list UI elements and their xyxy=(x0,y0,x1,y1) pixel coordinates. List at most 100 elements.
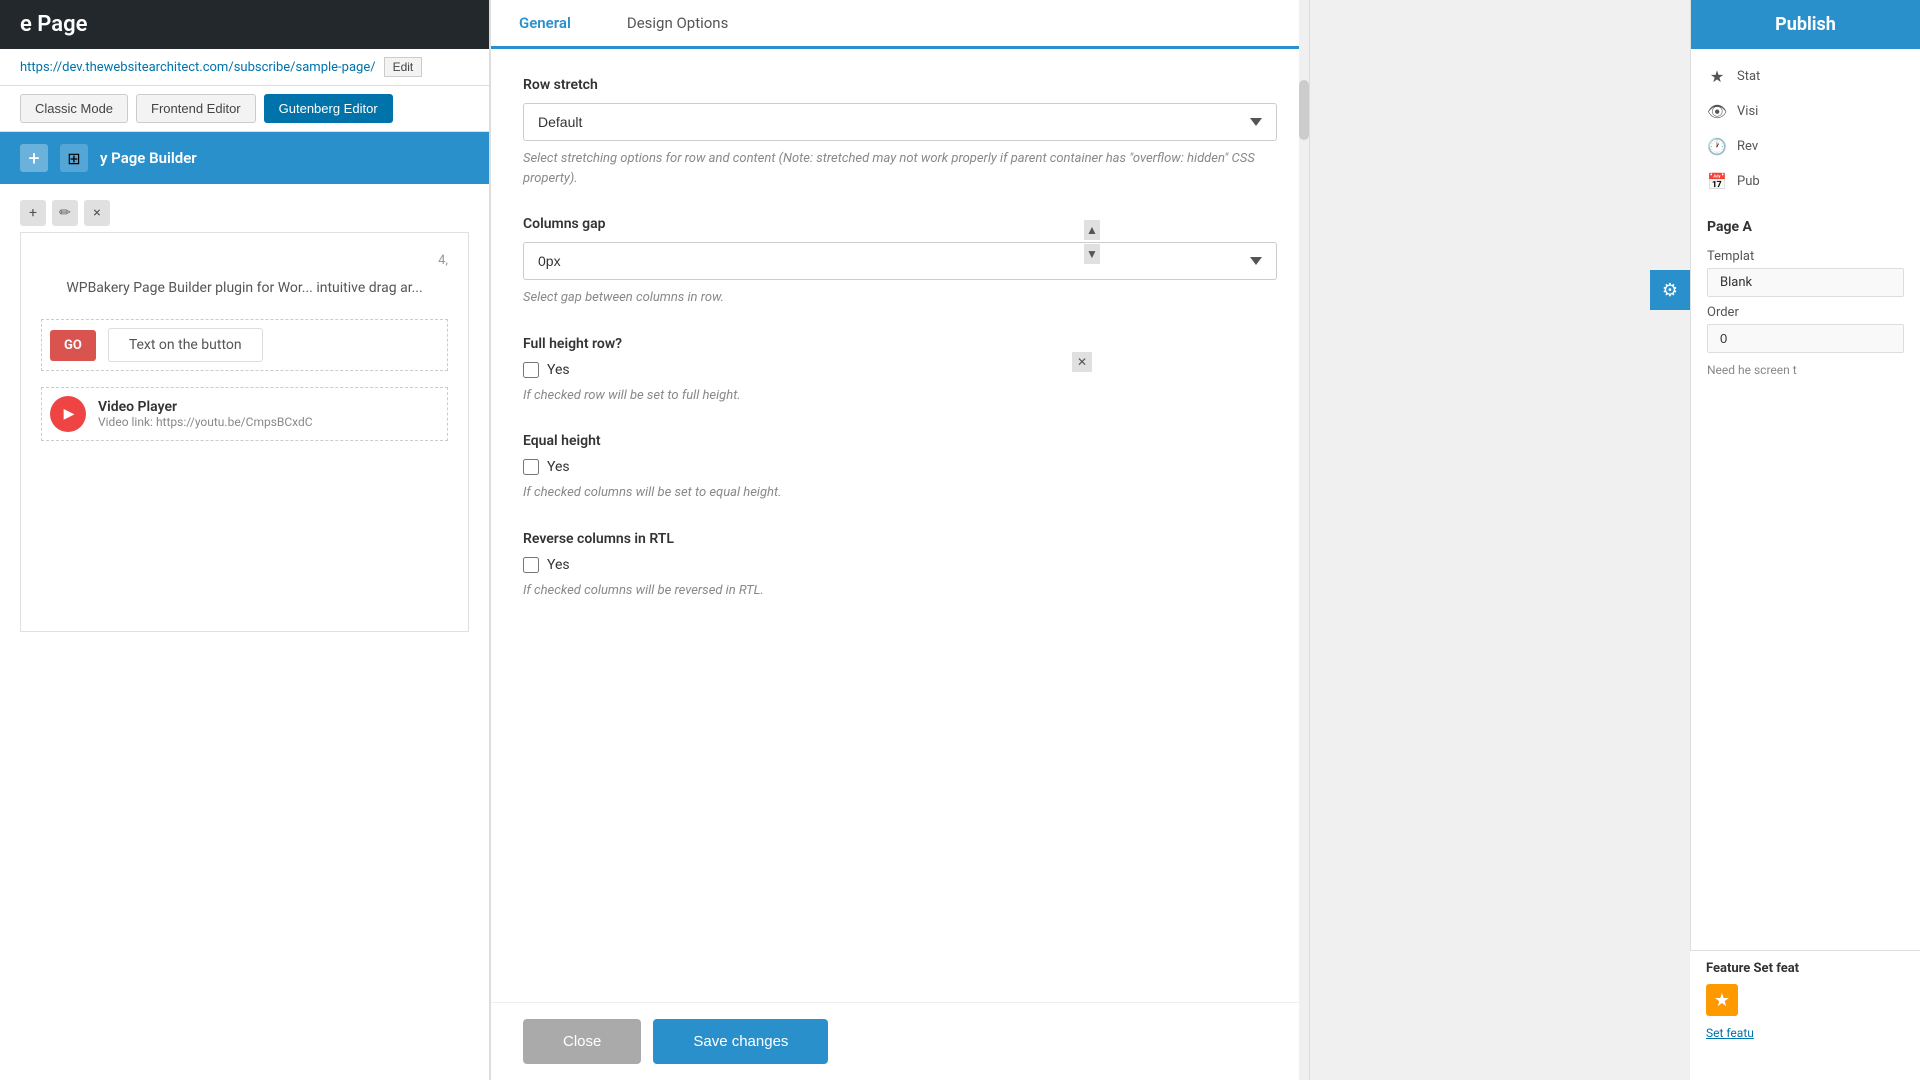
publish-button[interactable]: Publish xyxy=(1775,14,1836,35)
save-changes-button[interactable]: Save changes xyxy=(653,1019,828,1064)
eye-icon: 👁 xyxy=(1707,102,1727,121)
equal-height-section: Equal height Yes If checked columns will… xyxy=(523,433,1277,503)
plus-icon: + xyxy=(29,205,37,221)
reverse-rtl-yes-label[interactable]: Yes xyxy=(547,557,570,573)
add-row-button[interactable]: + xyxy=(20,200,46,226)
plugin-text: WPBakery Page Builder plugin for Wor... … xyxy=(41,278,448,299)
feature-section: Feature Set feat ★ Set featu xyxy=(1690,950,1920,1080)
modal-tabs: General Design Options xyxy=(491,0,1309,49)
row-controls: + ✏ × xyxy=(10,194,479,232)
layout-icon-button[interactable]: ⊞ xyxy=(60,144,88,172)
add-section-button[interactable]: + xyxy=(20,144,48,172)
publish2-label: Pub xyxy=(1737,174,1760,189)
gear-icon: ⚙ xyxy=(1662,280,1678,301)
scrollbar-thumb[interactable] xyxy=(1299,80,1309,140)
tab-general[interactable]: General xyxy=(491,0,599,49)
equal-height-checkbox-row: Yes xyxy=(523,459,1277,475)
full-height-checkbox[interactable] xyxy=(523,362,539,378)
close-button[interactable]: Close xyxy=(523,1019,641,1064)
modal-footer: Close Save changes xyxy=(491,1002,1309,1080)
editor-tabs: Classic Mode Frontend Editor Gutenberg E… xyxy=(0,86,489,132)
full-height-hint: If checked row will be set to full heigh… xyxy=(523,386,1277,406)
modal-panel: General Design Options Row stretch Defau… xyxy=(490,0,1310,1080)
full-height-checkbox-row: Yes xyxy=(523,362,1277,378)
video-link: Video link: https://youtu.be/CmpsBCxdC xyxy=(98,415,313,429)
modal-scrollbar[interactable] xyxy=(1299,0,1309,1080)
tab-frontend-editor[interactable]: Frontend Editor xyxy=(136,94,256,123)
feature-icon: ★ xyxy=(1706,984,1738,1016)
go-button[interactable]: GO xyxy=(50,330,96,361)
row-stretch-hint: Select stretching options for row and co… xyxy=(523,149,1277,188)
sidebar-icons: ★ Stat 👁 Visi 🕐 Rev 📅 Pub xyxy=(1691,49,1920,209)
equal-height-yes-label[interactable]: Yes xyxy=(547,459,570,475)
star-icon: ★ xyxy=(1707,67,1727,86)
columns-gap-section: Columns gap 0px Select gap between colum… xyxy=(523,216,1277,308)
reverse-rtl-section: Reverse columns in RTL Yes If checked co… xyxy=(523,531,1277,601)
modal-body: Row stretch Default Select stretching op… xyxy=(491,49,1309,1002)
order-label: Order xyxy=(1691,297,1920,324)
revisions-row[interactable]: 🕐 Rev xyxy=(1691,129,1920,164)
edit-icon: ✏ xyxy=(59,205,71,221)
full-height-section: Full height row? Yes If checked row will… xyxy=(523,336,1277,406)
left-area: e Page https://dev.thewebsitearchitect.c… xyxy=(0,0,490,1080)
url-bar: https://dev.thewebsitearchitect.com/subs… xyxy=(0,49,489,86)
button-text-label: Text on the button xyxy=(108,328,263,362)
button-element-row: GO Text on the button xyxy=(41,319,448,371)
feature-title: Feature Set feat xyxy=(1706,961,1904,976)
play-button[interactable] xyxy=(50,396,86,432)
row-stretch-section: Row stretch Default Select stretching op… xyxy=(523,77,1277,188)
visibility-row[interactable]: 👁 Visi xyxy=(1691,94,1920,129)
row-stretch-select[interactable]: Default xyxy=(523,103,1277,141)
builder-header: + ⊞ y Page Builder xyxy=(0,132,489,184)
equal-height-checkbox[interactable] xyxy=(523,459,539,475)
close-icon: × xyxy=(93,205,100,221)
row-stretch-label: Row stretch xyxy=(523,77,1277,93)
settings-gear-button[interactable]: ⚙ xyxy=(1650,270,1690,310)
page-number: 4, xyxy=(41,253,448,268)
panel-close-button[interactable]: ✕ xyxy=(1072,352,1092,372)
columns-gap-hint: Select gap between columns in row. xyxy=(523,288,1277,308)
edit-row-button[interactable]: ✏ xyxy=(52,200,78,226)
status-row[interactable]: ★ Stat xyxy=(1691,59,1920,94)
page-url-link[interactable]: https://dev.thewebsitearchitect.com/subs… xyxy=(20,60,376,75)
template-label: Templat xyxy=(1691,245,1920,268)
full-height-yes-label[interactable]: Yes xyxy=(547,362,570,378)
scroll-down-button[interactable]: ▼ xyxy=(1084,244,1100,264)
set-feature-link[interactable]: Set featu xyxy=(1706,1026,1754,1040)
page-title-bar: e Page xyxy=(0,0,489,49)
columns-gap-select[interactable]: 0px xyxy=(523,242,1277,280)
visibility-label: Visi xyxy=(1737,104,1758,119)
scroll-up-button[interactable]: ▲ xyxy=(1084,220,1100,240)
star-feature-icon: ★ xyxy=(1714,990,1730,1011)
clock-icon: 🕐 xyxy=(1707,137,1727,156)
page-attributes-title: Page A xyxy=(1691,209,1920,245)
status-label: Stat xyxy=(1737,69,1760,84)
edit-url-button[interactable]: Edit xyxy=(384,57,423,77)
tab-classic-mode[interactable]: Classic Mode xyxy=(20,94,128,123)
note-text: Need he screen t xyxy=(1691,353,1920,387)
reverse-rtl-checkbox-row: Yes xyxy=(523,557,1277,573)
video-info: Video Player Video link: https://youtu.b… xyxy=(98,399,313,429)
page-title: e Page xyxy=(20,12,87,37)
columns-gap-label: Columns gap xyxy=(523,216,1277,232)
reverse-rtl-checkbox[interactable] xyxy=(523,557,539,573)
video-element-row: Video Player Video link: https://youtu.b… xyxy=(41,387,448,441)
full-height-label: Full height row? xyxy=(523,336,1277,352)
equal-height-label: Equal height xyxy=(523,433,1277,449)
template-value: Blank xyxy=(1707,268,1904,297)
close-x-icon: ✕ xyxy=(1077,355,1087,369)
chevron-up-icon: ▲ xyxy=(1086,223,1098,237)
chevron-down-icon: ▼ xyxy=(1086,247,1098,261)
order-input[interactable] xyxy=(1707,324,1904,353)
equal-height-hint: If checked columns will be set to equal … xyxy=(523,483,1277,503)
plus-icon: + xyxy=(28,146,39,170)
delete-row-button[interactable]: × xyxy=(84,200,110,226)
reverse-rtl-hint: If checked columns will be reversed in R… xyxy=(523,581,1277,601)
calendar-icon: 📅 xyxy=(1707,172,1727,191)
tab-design-options[interactable]: Design Options xyxy=(599,0,757,49)
tab-gutenberg-editor[interactable]: Gutenberg Editor xyxy=(264,94,393,123)
publish-button-area[interactable]: Publish xyxy=(1691,0,1920,49)
reverse-rtl-label: Reverse columns in RTL xyxy=(523,531,1277,547)
publish-date-row[interactable]: 📅 Pub xyxy=(1691,164,1920,199)
canvas-content: 4, WPBakery Page Builder plugin for Wor.… xyxy=(20,232,469,632)
